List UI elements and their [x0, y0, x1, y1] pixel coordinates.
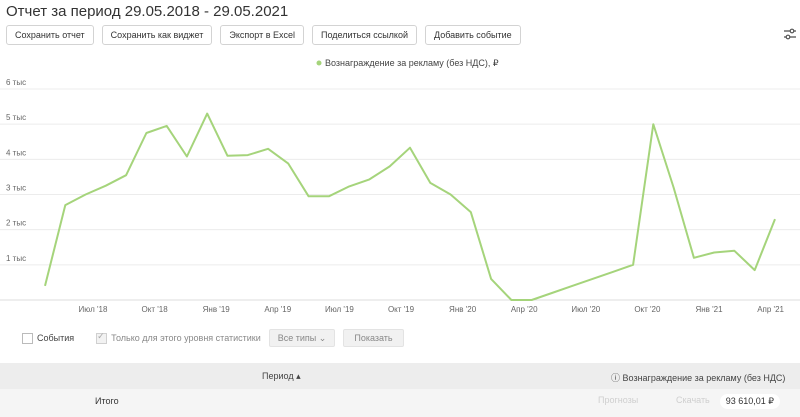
- y-tick-label: 1 тыс: [6, 254, 26, 263]
- forecast-link[interactable]: Прогнозы: [598, 395, 638, 405]
- x-tick-label: Июл '20: [571, 305, 600, 314]
- x-tick-label: Апр '21: [757, 305, 784, 314]
- sliders-icon[interactable]: [784, 28, 796, 40]
- column-reward-label: Вознаграждение за рекламу (без НДС): [622, 373, 786, 383]
- event-types-dropdown[interactable]: Все типы ⌄: [268, 329, 336, 347]
- x-tick-label: Янв '20: [449, 305, 477, 314]
- table-header: Период ▴ ⓘ Вознаграждение за рекламу (бе…: [0, 363, 800, 389]
- info-icon: ⓘ: [611, 373, 621, 383]
- x-tick-label: Апр '20: [511, 305, 538, 314]
- column-reward[interactable]: ⓘ Вознаграждение за рекламу (без НДС): [611, 371, 785, 384]
- total-row: Итого Прогнозы Скачать 93 610,01 ₽: [0, 389, 800, 417]
- show-button[interactable]: Показать: [343, 329, 404, 347]
- legend: Вознаграждение за рекламу (без НДС), ₽: [316, 58, 499, 68]
- total-label: Итого: [95, 396, 119, 406]
- x-tick-label: Окт '20: [634, 305, 661, 314]
- x-tick-label: Апр '19: [264, 305, 291, 314]
- x-tick-label: Июл '19: [325, 305, 354, 314]
- column-period-label: Период: [262, 371, 294, 381]
- events-checkbox[interactable]: События: [22, 332, 75, 344]
- export-excel-button[interactable]: Экспорт в Excel: [220, 25, 304, 45]
- y-tick-label: 4 тыс: [6, 148, 26, 157]
- chart: Вознаграждение за рекламу (без НДС), ₽ 1…: [0, 58, 800, 314]
- events-checkbox-label: События: [37, 333, 75, 343]
- sort-asc-icon: ▴: [296, 371, 301, 381]
- y-tick-label: 2 тыс: [6, 219, 26, 228]
- only-level-checkbox[interactable]: Только для этого уровня статистики: [96, 331, 261, 344]
- save-report-button[interactable]: Сохранить отчет: [6, 25, 94, 45]
- toolbar: Сохранить отчет Сохранить как виджет Экс…: [6, 25, 521, 45]
- events-controls: События Только для этого уровня статисти…: [22, 329, 404, 347]
- x-tick-label: Июл '18: [79, 305, 108, 314]
- page-title: Отчет за период 29.05.2018 - 29.05.2021: [6, 3, 289, 20]
- only-level-checkbox-label: Только для этого уровня статистики: [111, 333, 261, 343]
- y-tick-label: 3 тыс: [6, 184, 26, 193]
- event-types-value: Все типы: [277, 333, 317, 343]
- x-tick-label: Окт '18: [142, 305, 169, 314]
- events-checkbox-box[interactable]: [22, 332, 33, 344]
- series-line[interactable]: [44, 112, 776, 301]
- x-tick-label: Окт '19: [388, 305, 415, 314]
- only-level-checkbox-box[interactable]: [96, 331, 108, 344]
- y-tick-label: 6 тыс: [6, 78, 26, 87]
- save-widget-button[interactable]: Сохранить как виджет: [101, 25, 213, 45]
- legend-label: Вознаграждение за рекламу (без НДС), ₽: [325, 58, 499, 68]
- legend-swatch: [316, 60, 322, 66]
- chevron-down-icon: ⌄: [318, 333, 327, 343]
- x-tick-label: Янв '19: [203, 305, 231, 314]
- y-tick-label: 5 тыс: [6, 113, 26, 122]
- x-tick-label: Янв '21: [695, 305, 723, 314]
- column-period[interactable]: Период ▴: [262, 371, 301, 382]
- share-link-button[interactable]: Поделиться ссылкой: [312, 25, 417, 45]
- add-event-button[interactable]: Добавить событие: [425, 25, 521, 45]
- total-value: 93 610,01 ₽: [719, 394, 780, 409]
- download-link[interactable]: Скачать: [676, 395, 710, 405]
